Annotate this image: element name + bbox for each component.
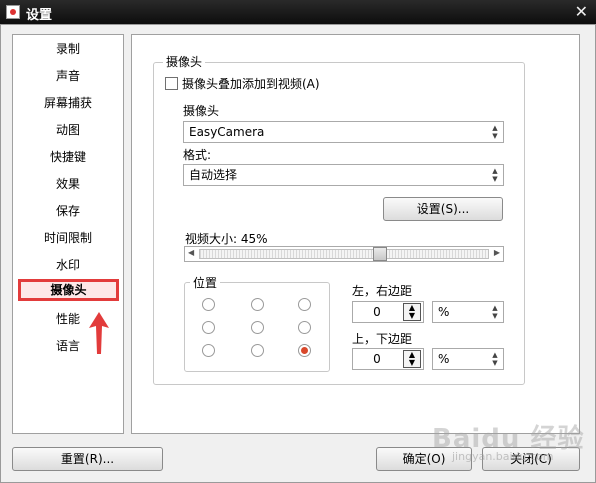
device-select[interactable]: EasyCamera ▲ ▼ bbox=[183, 121, 504, 143]
overlay-checkbox[interactable] bbox=[165, 77, 178, 90]
position-radio-top-center[interactable] bbox=[251, 298, 264, 311]
updown-icon: ▲ ▼ bbox=[492, 124, 498, 140]
lr-unit-value: % bbox=[438, 305, 450, 319]
annotation-arrow bbox=[89, 312, 109, 354]
nav-item-hotkeys[interactable]: 快捷键 bbox=[13, 146, 123, 168]
nav-item-sound[interactable]: 声音 bbox=[13, 65, 123, 87]
nav-item-gif[interactable]: 动图 bbox=[13, 119, 123, 141]
settings-nav: 录制 声音 屏幕捕获 动图 快捷键 效果 保存 时间限制 水印 摄像头 性能 语… bbox=[12, 34, 124, 434]
position-radio-middle-left[interactable] bbox=[202, 321, 215, 334]
slider-right-arrow-icon[interactable]: ▶ bbox=[494, 248, 500, 257]
tb-margin-value: 0 bbox=[373, 352, 381, 366]
slider-thumb[interactable] bbox=[373, 247, 388, 261]
spin-icon[interactable]: ▲ ▼ bbox=[403, 303, 421, 321]
position-radio-middle-center[interactable] bbox=[251, 321, 264, 334]
title-bar: 设置 ✕ bbox=[0, 0, 596, 24]
nav-item-camera[interactable]: 摄像头 bbox=[18, 279, 119, 301]
format-label: 格式: bbox=[183, 148, 212, 162]
video-size-slider[interactable]: ◀ ▶ bbox=[184, 246, 504, 262]
position-radio-middle-right[interactable] bbox=[298, 321, 311, 334]
updown-icon: ▲ ▼ bbox=[492, 304, 498, 320]
spin-icon[interactable]: ▲ ▼ bbox=[403, 350, 421, 368]
close-icon[interactable]: ✕ bbox=[575, 2, 588, 21]
lr-margin-value: 0 bbox=[373, 305, 381, 319]
camera-settings-button[interactable]: 设置(S)... bbox=[383, 197, 503, 221]
nav-item-watermark[interactable]: 水印 bbox=[13, 254, 123, 276]
window-title: 设置 bbox=[26, 8, 53, 23]
baidu-watermark-url: jingyan.baidu.com bbox=[452, 450, 554, 463]
updown-icon: ▲ ▼ bbox=[492, 351, 498, 367]
lr-unit-select[interactable]: % ▲ ▼ bbox=[432, 301, 504, 323]
lr-margin-input[interactable]: 0 ▲ ▼ bbox=[352, 301, 424, 323]
nav-item-save[interactable]: 保存 bbox=[13, 200, 123, 222]
position-radio-top-right[interactable] bbox=[298, 298, 311, 311]
camera-group-title: 摄像头 bbox=[163, 53, 206, 70]
tb-unit-select[interactable]: % ▲ ▼ bbox=[432, 348, 504, 370]
nav-item-time-limit[interactable]: 时间限制 bbox=[13, 227, 123, 249]
format-select[interactable]: 自动选择 ▲ ▼ bbox=[183, 164, 504, 186]
app-icon bbox=[6, 5, 20, 19]
position-title: 位置 bbox=[190, 274, 221, 291]
position-radio-bottom-center[interactable] bbox=[251, 344, 264, 357]
overlay-checkbox-row[interactable]: 摄像头叠加添加到视频(A) bbox=[165, 75, 320, 92]
nav-item-screen-capture[interactable]: 屏幕捕获 bbox=[13, 92, 123, 114]
nav-item-effects[interactable]: 效果 bbox=[13, 173, 123, 195]
video-size-label: 视频大小: 45% bbox=[185, 232, 268, 246]
overlay-checkbox-label: 摄像头叠加添加到视频(A) bbox=[182, 77, 320, 91]
position-radio-bottom-right[interactable] bbox=[298, 344, 311, 357]
reset-button[interactable]: 重置(R)... bbox=[12, 447, 163, 471]
position-radio-top-left[interactable] bbox=[202, 298, 215, 311]
tb-margin-input[interactable]: 0 ▲ ▼ bbox=[352, 348, 424, 370]
format-select-value: 自动选择 bbox=[189, 168, 238, 182]
lr-margin-label: 左，右边距 bbox=[352, 284, 413, 298]
tb-unit-value: % bbox=[438, 352, 450, 366]
device-select-value: EasyCamera bbox=[189, 125, 265, 139]
slider-left-arrow-icon[interactable]: ◀ bbox=[188, 248, 194, 257]
position-radio-bottom-left[interactable] bbox=[202, 344, 215, 357]
nav-item-record[interactable]: 录制 bbox=[13, 38, 123, 60]
device-label: 摄像头 bbox=[183, 104, 220, 118]
slider-track bbox=[199, 249, 489, 259]
updown-icon: ▲ ▼ bbox=[492, 167, 498, 183]
tb-margin-label: 上，下边距 bbox=[352, 332, 413, 346]
